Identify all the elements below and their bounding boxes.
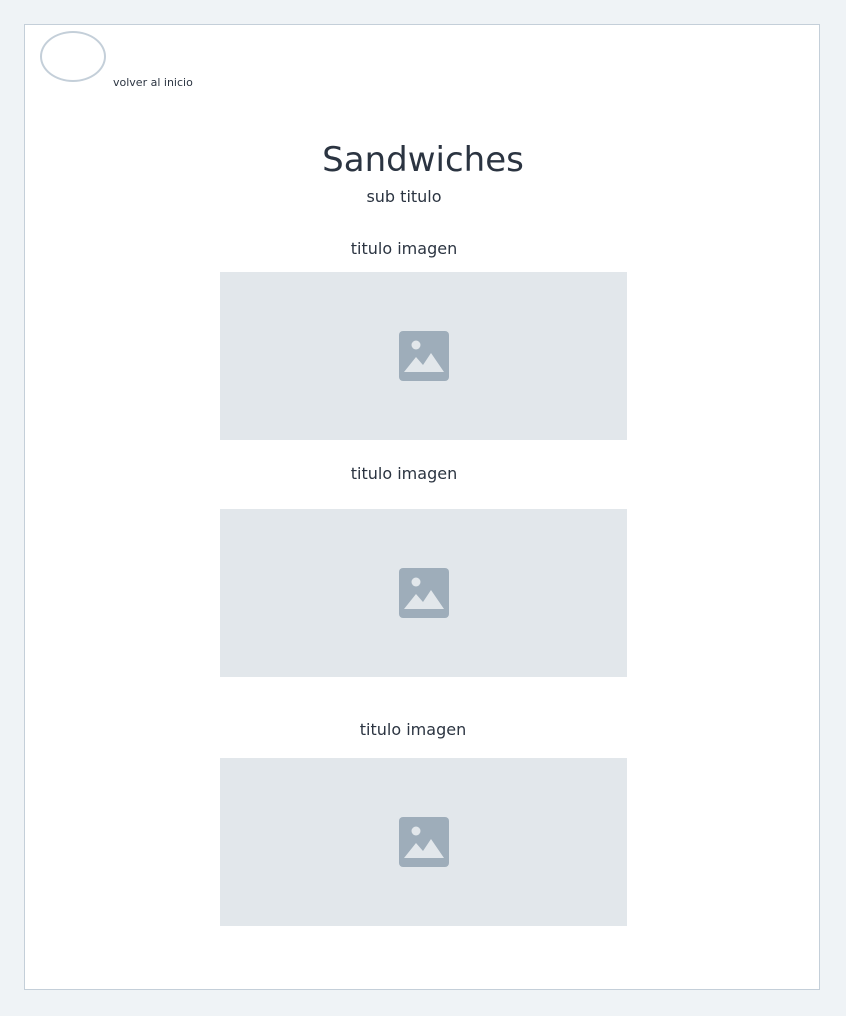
- image-placeholder-icon: [398, 817, 449, 867]
- back-to-home-link[interactable]: volver al inicio: [113, 76, 193, 90]
- page-subtitle: sub titulo: [366, 187, 442, 206]
- image-title-1: titulo imagen: [350, 239, 458, 258]
- image-placeholder-icon: [398, 568, 449, 618]
- image-placeholder-3: [220, 758, 627, 926]
- image-placeholder-icon: [398, 331, 449, 381]
- page-frame: volver al inicio Sandwiches sub titulo t…: [24, 24, 820, 990]
- image-placeholder-2: [220, 509, 627, 677]
- image-title-3: titulo imagen: [359, 720, 467, 739]
- image-placeholder-1: [220, 272, 627, 440]
- page-title: Sandwiches: [322, 140, 524, 180]
- image-title-2: titulo imagen: [350, 464, 458, 483]
- logo[interactable]: [40, 31, 106, 82]
